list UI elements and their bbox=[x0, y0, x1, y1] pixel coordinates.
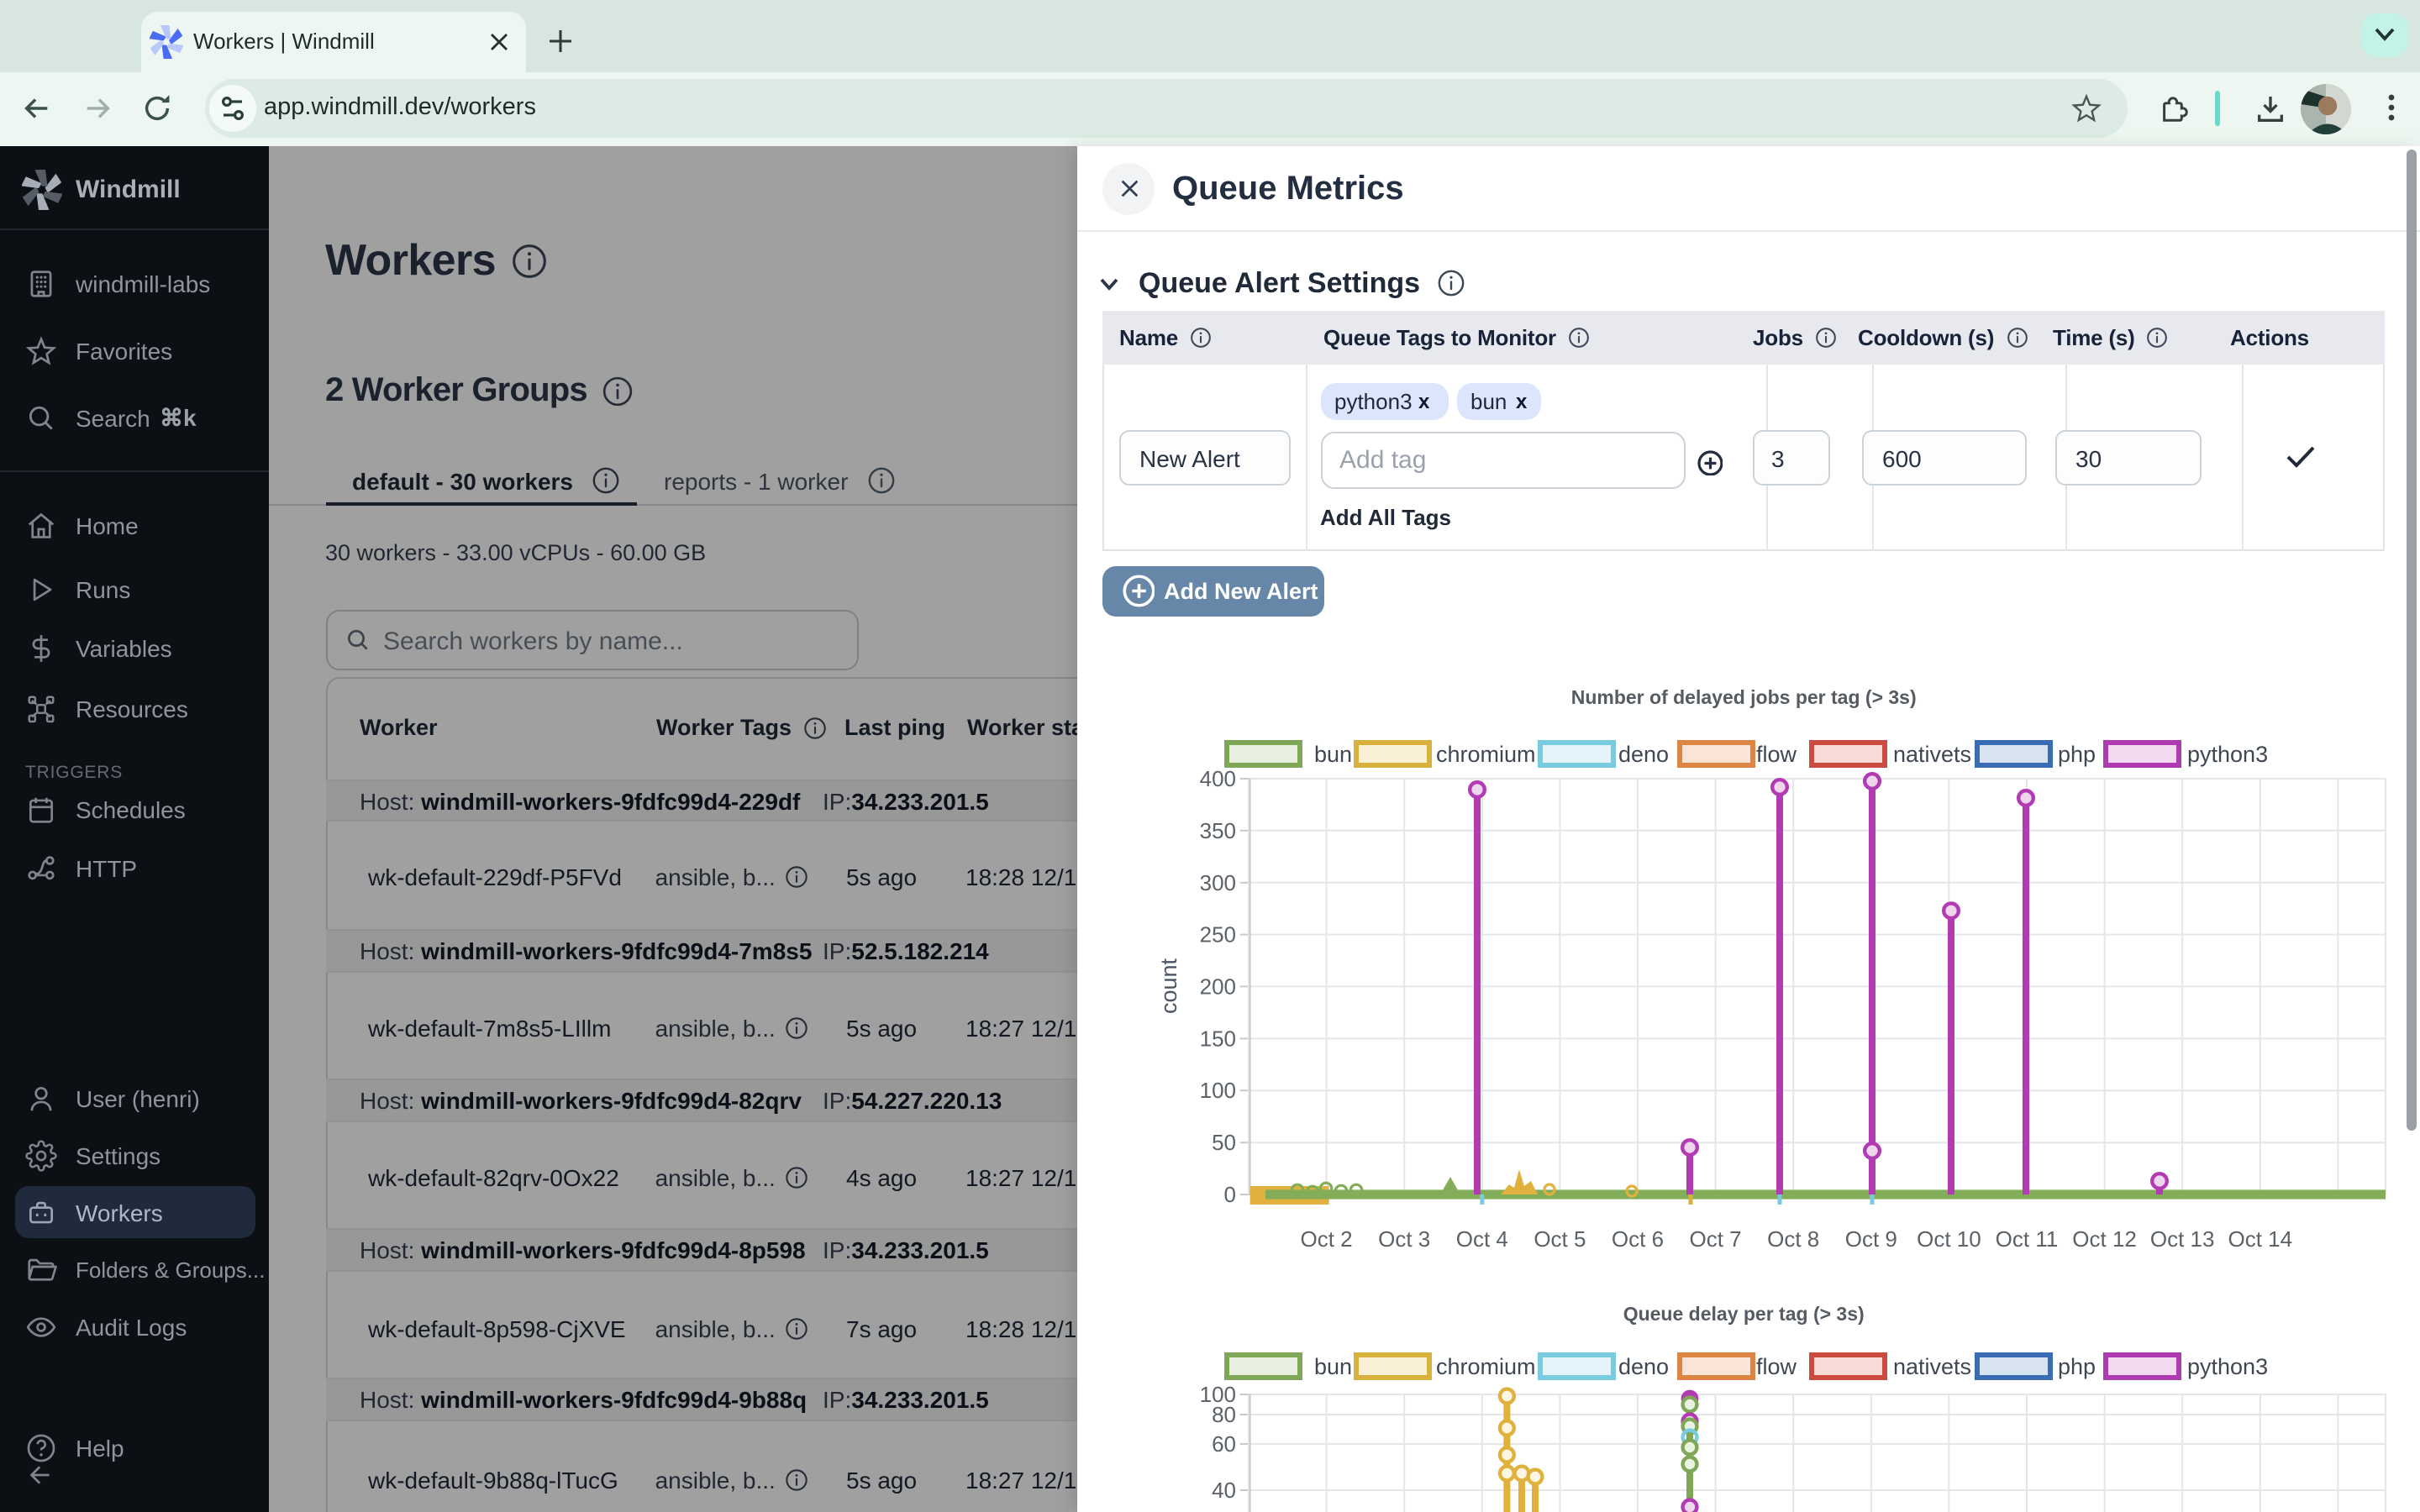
svg-text:300: 300 bbox=[1200, 870, 1236, 895]
svg-text:bun: bun bbox=[1314, 742, 1352, 767]
svg-text:flow: flow bbox=[1756, 742, 1797, 767]
svg-text:Oct 7: Oct 7 bbox=[1690, 1226, 1742, 1252]
svg-text:Oct 10: Oct 10 bbox=[1917, 1226, 1981, 1252]
svg-text:Oct 11: Oct 11 bbox=[1996, 1226, 2059, 1252]
svg-text:Oct 12: Oct 12 bbox=[2072, 1226, 2137, 1252]
svg-text:flow: flow bbox=[1756, 1354, 1797, 1379]
svg-text:php: php bbox=[2058, 1354, 2096, 1379]
svg-text:deno: deno bbox=[1618, 1354, 1669, 1379]
svg-text:200: 200 bbox=[1200, 974, 1236, 1000]
svg-text:60: 60 bbox=[1212, 1431, 1236, 1457]
svg-text:0: 0 bbox=[1224, 1182, 1236, 1207]
svg-text:chromium: chromium bbox=[1436, 742, 1536, 767]
svg-text:nativets: nativets bbox=[1893, 742, 1971, 767]
svg-text:Oct 6: Oct 6 bbox=[1612, 1226, 1664, 1252]
svg-text:350: 350 bbox=[1200, 818, 1236, 843]
svg-text:chromium: chromium bbox=[1436, 1354, 1536, 1379]
svg-text:400: 400 bbox=[1200, 766, 1236, 791]
svg-text:250: 250 bbox=[1200, 922, 1236, 948]
svg-text:80: 80 bbox=[1212, 1402, 1236, 1427]
svg-text:Oct 5: Oct 5 bbox=[1534, 1226, 1586, 1252]
svg-text:150: 150 bbox=[1200, 1026, 1236, 1051]
svg-text:count: count bbox=[1156, 958, 1181, 1014]
svg-text:deno: deno bbox=[1618, 742, 1669, 767]
svg-text:python3: python3 bbox=[2187, 742, 2268, 767]
svg-text:bun: bun bbox=[1314, 1354, 1352, 1379]
svg-text:Oct 2: Oct 2 bbox=[1301, 1226, 1353, 1252]
svg-text:Oct 8: Oct 8 bbox=[1767, 1226, 1819, 1252]
svg-text:100: 100 bbox=[1200, 1078, 1236, 1103]
svg-text:Oct 4: Oct 4 bbox=[1456, 1226, 1508, 1252]
svg-text:nativets: nativets bbox=[1893, 1354, 1971, 1379]
svg-text:Oct 13: Oct 13 bbox=[2150, 1226, 2215, 1252]
svg-text:Oct 3: Oct 3 bbox=[1378, 1226, 1430, 1252]
svg-text:Oct 14: Oct 14 bbox=[2228, 1226, 2293, 1252]
svg-text:php: php bbox=[2058, 742, 2096, 767]
svg-text:Oct 9: Oct 9 bbox=[1845, 1226, 1897, 1252]
svg-text:python3: python3 bbox=[2187, 1354, 2268, 1379]
svg-text:50: 50 bbox=[1212, 1130, 1236, 1155]
svg-text:40: 40 bbox=[1212, 1478, 1236, 1503]
svg-text:Number of delayed jobs per tag: Number of delayed jobs per tag (> 3s) bbox=[1571, 686, 1917, 708]
svg-text:Queue delay per tag (> 3s): Queue delay per tag (> 3s) bbox=[1623, 1303, 1865, 1325]
